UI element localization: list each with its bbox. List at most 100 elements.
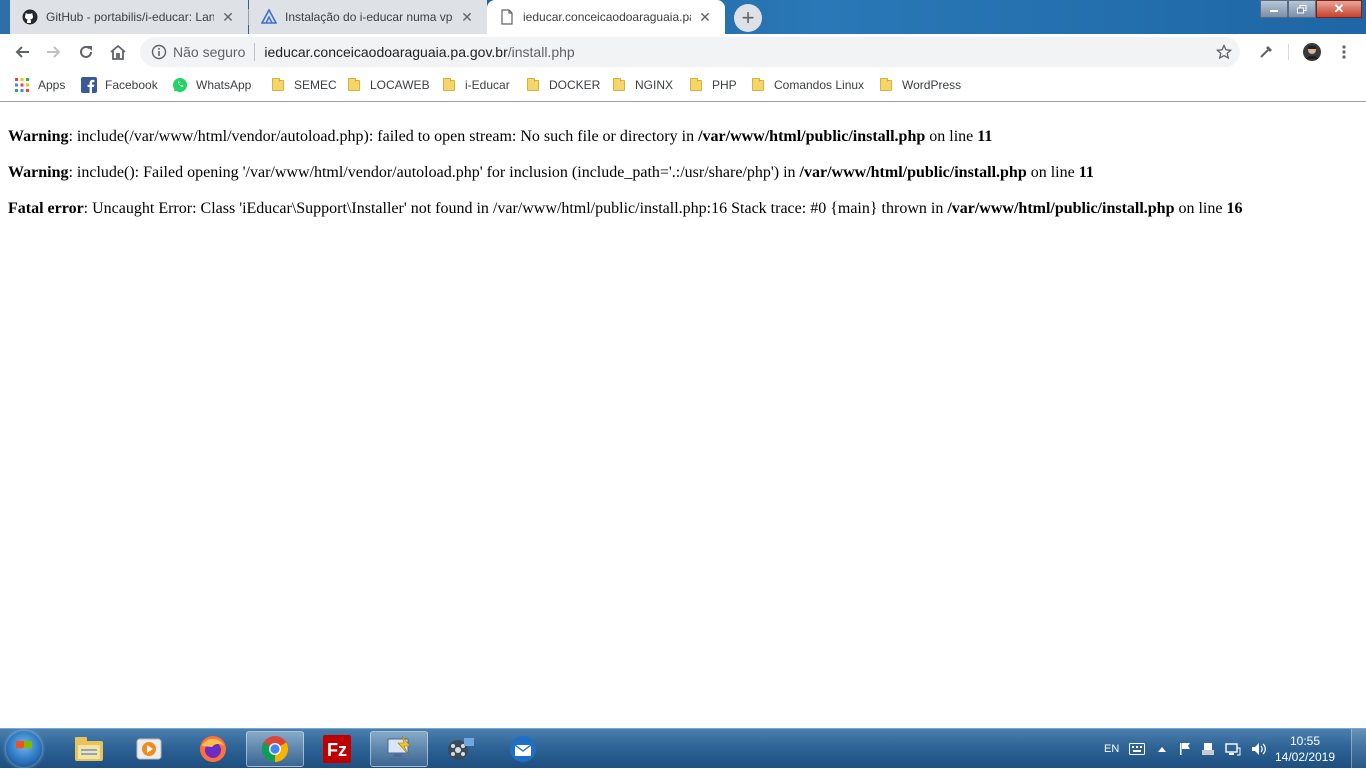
action-center-flag-icon[interactable] (1179, 742, 1191, 756)
message-level: Warning (8, 128, 69, 145)
reload-icon (80, 45, 92, 58)
tab-github[interactable]: GitHub - portabilis/i-educar: Lanç ✕ (10, 0, 248, 34)
tab-ieducar-guide[interactable]: Instalação do i-educar numa vps ✕ (249, 0, 487, 34)
thunderbird-icon (510, 736, 536, 762)
folder-icon (525, 77, 541, 93)
message-level: Warning (8, 164, 69, 181)
message-file: /var/www/html/public/install.php (947, 200, 1175, 217)
bookmark-folder-comandos-linux[interactable]: Comandos Linux (750, 76, 864, 94)
start-button[interactable] (6, 731, 42, 767)
minimize-button[interactable] (1260, 0, 1288, 18)
address-bar[interactable]: Não seguro ieducar.conceicaodoaraguaia.p… (140, 37, 1240, 67)
profile-button[interactable] (1298, 38, 1326, 66)
taskbar-remote-desktop[interactable] (370, 731, 428, 767)
filezilla-icon: Fz (323, 735, 351, 763)
bookmark-folder-locaweb[interactable]: LOCAWEB (346, 76, 430, 94)
clock-time: 10:55 (1289, 734, 1321, 748)
bookmark-facebook[interactable]: Facebook (81, 76, 158, 94)
network-icon[interactable] (1225, 742, 1241, 756)
message-file: /var/www/html/public/install.php (698, 128, 926, 145)
php-warning-message: Warning: include(): Failed opening '/var… (8, 163, 1358, 183)
github-icon (22, 9, 38, 25)
bookmark-label: i-Educar (465, 78, 510, 92)
explorer-icon (75, 737, 103, 761)
message-text: : include(/var/www/html/vendor/autoload.… (68, 128, 699, 145)
show-hidden-icons-icon[interactable] (1157, 745, 1167, 753)
avatar (1303, 43, 1321, 61)
eyedropper-extension-button[interactable] (1252, 38, 1280, 66)
clock-date: 14/02/2019 (1274, 750, 1336, 764)
folder-icon (750, 77, 766, 93)
menu-button[interactable] (1330, 38, 1358, 66)
url-host: ieducar.conceicaodoaraguaia.pa.gov.br (264, 44, 508, 60)
taskbar-chrome[interactable] (246, 731, 304, 767)
url-path: /install.php (507, 44, 575, 60)
bookmark-label: Comandos Linux (774, 78, 865, 92)
volume-icon[interactable] (1251, 742, 1267, 756)
svg-text:Fz: Fz (327, 740, 347, 760)
taskbar-thunderbird[interactable] (494, 731, 552, 767)
home-icon (110, 44, 126, 60)
bookmark-apps[interactable]: Apps (14, 76, 65, 94)
folder-icon (270, 77, 286, 93)
keyboard-icon[interactable] (1129, 743, 1146, 755)
taskbar-media-player[interactable] (120, 731, 178, 767)
window-controls: ✕ (1260, 0, 1362, 20)
info-icon[interactable] (151, 44, 167, 60)
folder-icon (441, 77, 457, 93)
tab-close-icon[interactable]: ✕ (220, 9, 236, 25)
browser-tab-strip: GitHub - portabilis/i-educar: Lanç ✕ Ins… (0, 0, 1366, 34)
message-text: : include(): Failed opening '/var/www/ht… (68, 164, 800, 181)
tab-close-icon[interactable]: ✕ (459, 9, 475, 25)
bookmark-folder-nginx[interactable]: NGINX (611, 76, 673, 94)
apps-grid-icon (14, 77, 30, 93)
bookmark-folder-wordpress[interactable]: WordPress (878, 76, 961, 94)
language-indicator[interactable]: EN (1104, 743, 1119, 755)
back-button[interactable] (8, 38, 36, 66)
home-button[interactable] (104, 38, 132, 66)
system-clock[interactable]: 10:55 14/02/2019 (1270, 733, 1340, 765)
tab-close-icon[interactable]: ✕ (697, 9, 713, 25)
bookmark-folder-docker[interactable]: DOCKER (525, 76, 600, 94)
message-line-text: on line (925, 128, 978, 145)
tab-ieducar-install[interactable]: ieducar.conceicaodoaraguaia.pa.g ✕ (487, 0, 725, 34)
address-divider (254, 43, 256, 61)
new-tab-button[interactable]: + (734, 4, 762, 32)
tab-title: ieducar.conceicaodoaraguaia.pa.g (523, 10, 691, 24)
kebab-menu-icon (1342, 45, 1346, 59)
message-line-text: on line (1174, 200, 1227, 217)
bookmark-folder-semec[interactable]: SEMEC (270, 76, 337, 94)
close-window-button[interactable]: ✕ (1316, 0, 1362, 18)
back-arrow-icon (15, 46, 29, 58)
forward-button[interactable] (40, 38, 68, 66)
taskbar-firefox[interactable] (184, 731, 242, 767)
video-app-icon (448, 738, 474, 760)
bookmark-label: PHP (712, 78, 737, 92)
tab-title: Instalação do i-educar numa vps (285, 10, 453, 24)
bookmark-label: DOCKER (549, 78, 601, 92)
bookmark-folder-ieducar[interactable]: i-Educar (441, 76, 510, 94)
firefox-icon (200, 736, 226, 762)
message-line: 16 (1226, 200, 1243, 217)
bookmark-folder-php[interactable]: PHP (688, 76, 737, 94)
taskbar-video-app[interactable] (432, 731, 490, 767)
php-warning-message: Warning: include(/var/www/html/vendor/au… (8, 127, 1358, 147)
reload-button[interactable] (72, 38, 100, 66)
usb-device-icon[interactable] (1201, 742, 1215, 756)
bookmark-whatsapp[interactable]: WhatsApp (172, 76, 251, 94)
whatsapp-icon (172, 77, 188, 93)
system-tray: EN (1104, 729, 1267, 769)
taskbar-explorer[interactable] (60, 731, 118, 767)
folder-icon (688, 77, 704, 93)
page-icon (499, 9, 515, 25)
taskbar-filezilla[interactable]: Fz (308, 731, 366, 767)
message-level: Fatal error (8, 200, 84, 217)
bookmark-star-icon[interactable] (1216, 44, 1232, 60)
security-status[interactable]: Não seguro (173, 44, 245, 60)
maximize-button[interactable] (1288, 0, 1316, 18)
show-desktop-button[interactable] (1351, 729, 1366, 769)
folder-icon (611, 77, 627, 93)
message-file: /var/www/html/public/install.php (799, 164, 1027, 181)
bookmark-label: SEMEC (294, 78, 337, 92)
bookmarks-bar: Apps Facebook WhatsApp SEMEC LOCAWEB i-E… (0, 70, 1366, 102)
